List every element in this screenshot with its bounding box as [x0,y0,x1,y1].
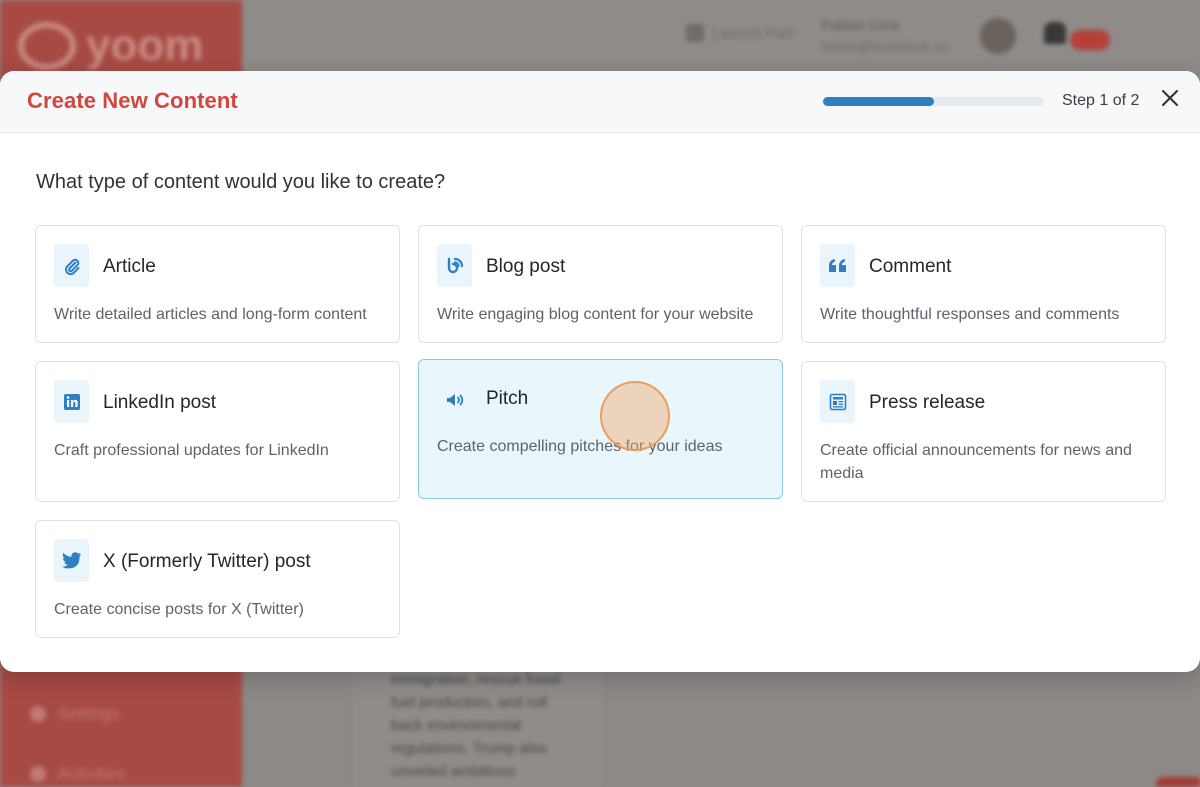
settings-icon [30,706,46,722]
user-name: Fabian Cera [822,17,900,33]
card-description: Create concise posts for X (Twitter) [54,601,304,618]
card-description: Create official announcements for news a… [820,442,1132,482]
avatar[interactable] [980,18,1016,54]
card-title: Comment [869,256,952,277]
launch-icon [686,24,704,42]
card-title: Article [103,256,156,277]
sidebar-item-label: Settings [58,704,120,723]
sidebar-item-settings[interactable]: Settings [30,704,119,724]
close-button[interactable] [1158,86,1182,110]
card-title: X (Formerly Twitter) post [103,551,311,572]
activities-icon [30,766,46,782]
logo-mark [18,22,76,70]
card-description: Write thoughtful responses and comments [820,306,1120,323]
sidebar-item-activities[interactable]: Activities [30,764,125,784]
linkedin-icon [54,380,89,423]
launch-label: Launch Pad [712,24,793,42]
step-label: Step 1 of 2 [1062,92,1140,109]
content-type-card-article[interactable]: Article Write detailed articles and long… [35,225,400,343]
step-progress-fill [823,97,934,106]
bell-icon[interactable] [1044,22,1066,44]
card-description: Write detailed articles and long-form co… [54,306,367,323]
modal-header: Create New Content Step 1 of 2 [0,71,1200,133]
card-title: LinkedIn post [103,392,217,413]
notification-badge [1070,30,1110,50]
sidebar-item-label: Activities [58,764,126,783]
close-icon [1162,90,1178,106]
create-content-modal: Create New Content Step 1 of 2 What type… [0,71,1200,672]
card-description: Craft professional updates for LinkedIn [54,442,329,459]
content-type-card-comment[interactable]: Comment Write thoughtful responses and c… [801,225,1166,343]
content-type-question: What type of content would you like to c… [36,171,446,193]
twitter-icon [54,539,89,582]
card-title: Pitch [486,388,529,409]
quote-icon [820,244,855,287]
card-title: Press release [869,392,986,413]
corner-button[interactable] [1156,777,1200,787]
content-type-card-press-release[interactable]: Press release Create official announceme… [801,361,1166,502]
content-type-card-linkedin-post[interactable]: LinkedIn post Craft professional updates… [35,361,400,502]
user-info: Fabian Cera fabian@launchhub.co [822,14,948,58]
card-description: Write engaging blog content for your web… [437,306,754,323]
modal-title: Create New Content [27,88,238,113]
card-description: Create compelling pitches for your ideas [437,438,723,455]
newspaper-icon [820,380,855,423]
click-indicator [600,381,670,451]
user-email: fabian@launchhub.co [822,39,948,54]
card-title: Blog post [486,256,566,277]
paperclip-icon [54,244,89,287]
article-excerpt: immigration, rescue fossil fuel producti… [391,671,561,780]
step-progress-bar [823,97,1044,106]
content-type-card-pitch[interactable]: Pitch Create compelling pitches for your… [418,359,783,499]
blog-icon [437,244,472,287]
content-type-card-blog-post[interactable]: Blog post Write engaging blog content fo… [418,225,783,343]
launch-pad-link[interactable]: Launch Pad [686,24,792,42]
logo-text: yoom [86,21,204,70]
megaphone-icon [437,378,472,421]
content-type-card-x-post[interactable]: X (Formerly Twitter) post Create concise… [35,520,400,638]
app-logo: yoom [18,18,218,74]
